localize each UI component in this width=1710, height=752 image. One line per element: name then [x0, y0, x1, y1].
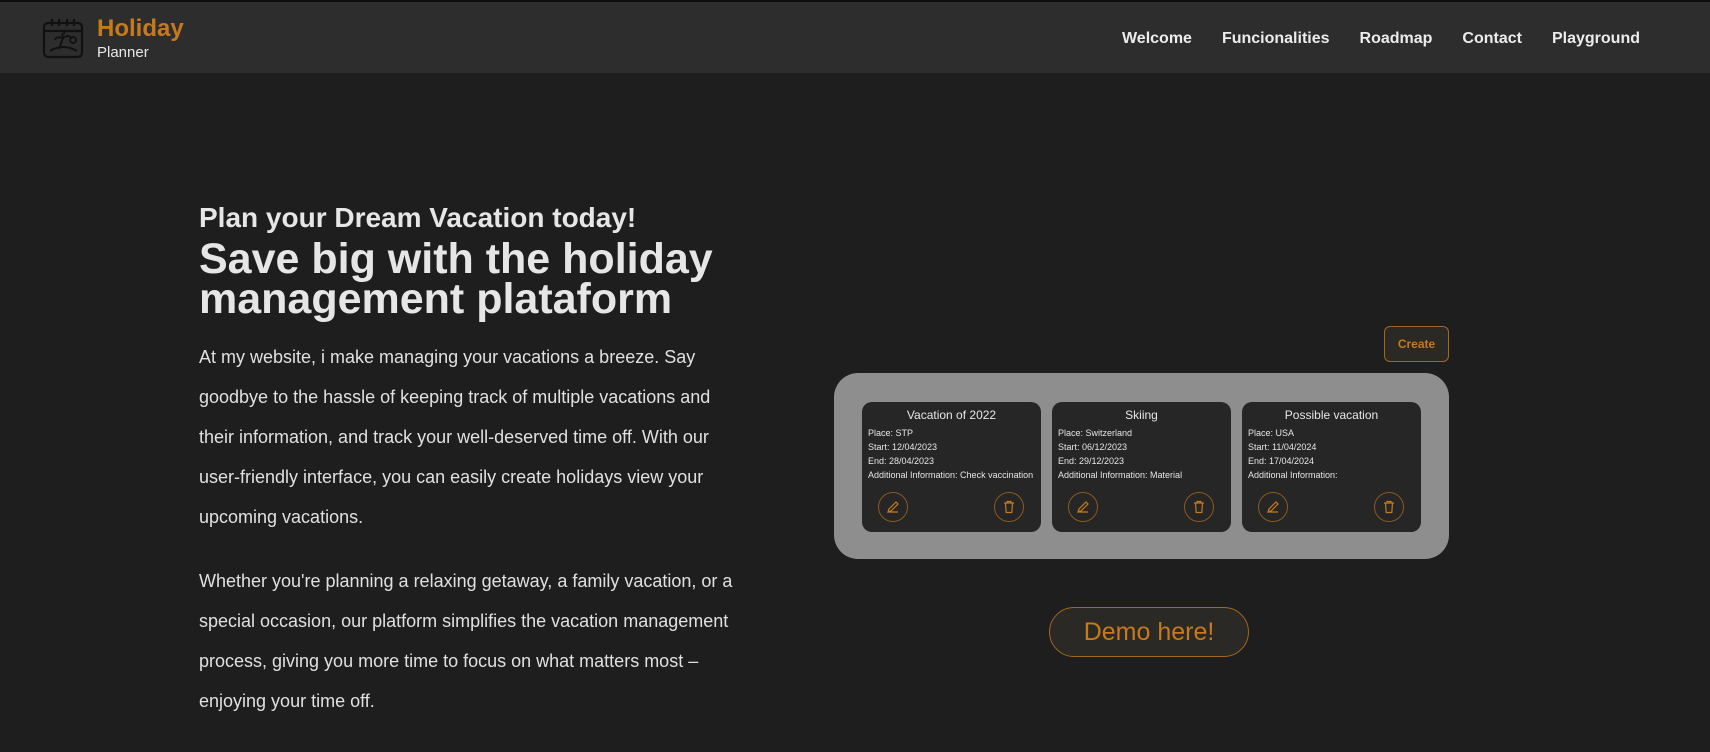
calendar-beach-icon — [42, 19, 84, 59]
trash-icon — [1194, 500, 1204, 514]
card-start: Start: 12/04/2023 — [868, 442, 938, 452]
pencil-icon — [1077, 501, 1089, 513]
hero-paragraph-2: Whether you're planning a relaxing getaw… — [199, 571, 733, 711]
vacation-card: Skiing Place: Switzerland Start: 06/12/2… — [1052, 402, 1231, 532]
nav-funcionalities[interactable]: Funcionalities — [1222, 30, 1330, 48]
trash-icon — [1384, 500, 1394, 514]
card-place: Place: STP — [868, 428, 914, 438]
pencil-icon — [1267, 501, 1279, 513]
vacation-cards-panel: Vacation of 2022 Place: STP Start: 12/04… — [834, 373, 1449, 559]
hero-section: Plan your Dream Vacation today! Save big… — [199, 201, 759, 721]
card-info: Additional Information: Check vaccinatio… — [868, 470, 1034, 480]
main-nav: Welcome Funcionalities Roadmap Contact P… — [1092, 30, 1640, 48]
card-title: Skiing — [1125, 408, 1158, 422]
vacation-card: Vacation of 2022 Place: STP Start: 12/04… — [862, 402, 1041, 532]
card-title: Vacation of 2022 — [906, 408, 997, 422]
edit-button[interactable] — [1258, 492, 1288, 522]
card-place: Place: USA — [1248, 428, 1295, 438]
hero-paragraph-1: At my website, i make managing your vaca… — [199, 347, 711, 527]
card-end: End: 28/04/2023 — [868, 456, 935, 466]
create-button[interactable]: Create — [1384, 326, 1449, 362]
trash-icon — [1004, 500, 1014, 514]
edit-button[interactable] — [1068, 492, 1098, 522]
card-info: Additional Information: Material — [1058, 470, 1183, 480]
edit-button[interactable] — [878, 492, 908, 522]
logo-title[interactable]: Holiday — [97, 15, 184, 43]
card-place: Place: Switzerland — [1058, 428, 1133, 438]
hero-subtitle: Plan your Dream Vacation today! — [199, 202, 637, 233]
delete-button[interactable] — [994, 492, 1024, 522]
demo-button[interactable]: Demo here! — [1049, 607, 1249, 657]
hero-title: Save big with the holiday management pla… — [199, 235, 713, 323]
card-start: Start: 06/12/2023 — [1058, 442, 1128, 452]
card-end: End: 17/04/2024 — [1248, 456, 1315, 466]
card-end: End: 29/12/2023 — [1058, 456, 1125, 466]
nav-contact[interactable]: Contact — [1462, 30, 1522, 48]
header: Holiday Planner Welcome Funcionalities R… — [0, 2, 1710, 73]
card-start: Start: 11/04/2024 — [1248, 442, 1317, 452]
pencil-icon — [887, 501, 899, 513]
card-info: Additional Information: — [1248, 470, 1338, 480]
vacation-card: Possible vacation Place: USA Start: 11/0… — [1242, 402, 1421, 532]
nav-welcome[interactable]: Welcome — [1122, 30, 1192, 48]
nav-playground[interactable]: Playground — [1552, 30, 1640, 48]
delete-button[interactable] — [1184, 492, 1214, 522]
page: Holiday Planner Welcome Funcionalities R… — [0, 0, 1710, 752]
logo-subtitle: Planner — [97, 44, 149, 61]
card-title: Possible vacation — [1284, 408, 1379, 422]
nav-roadmap[interactable]: Roadmap — [1360, 30, 1433, 48]
delete-button[interactable] — [1374, 492, 1404, 522]
